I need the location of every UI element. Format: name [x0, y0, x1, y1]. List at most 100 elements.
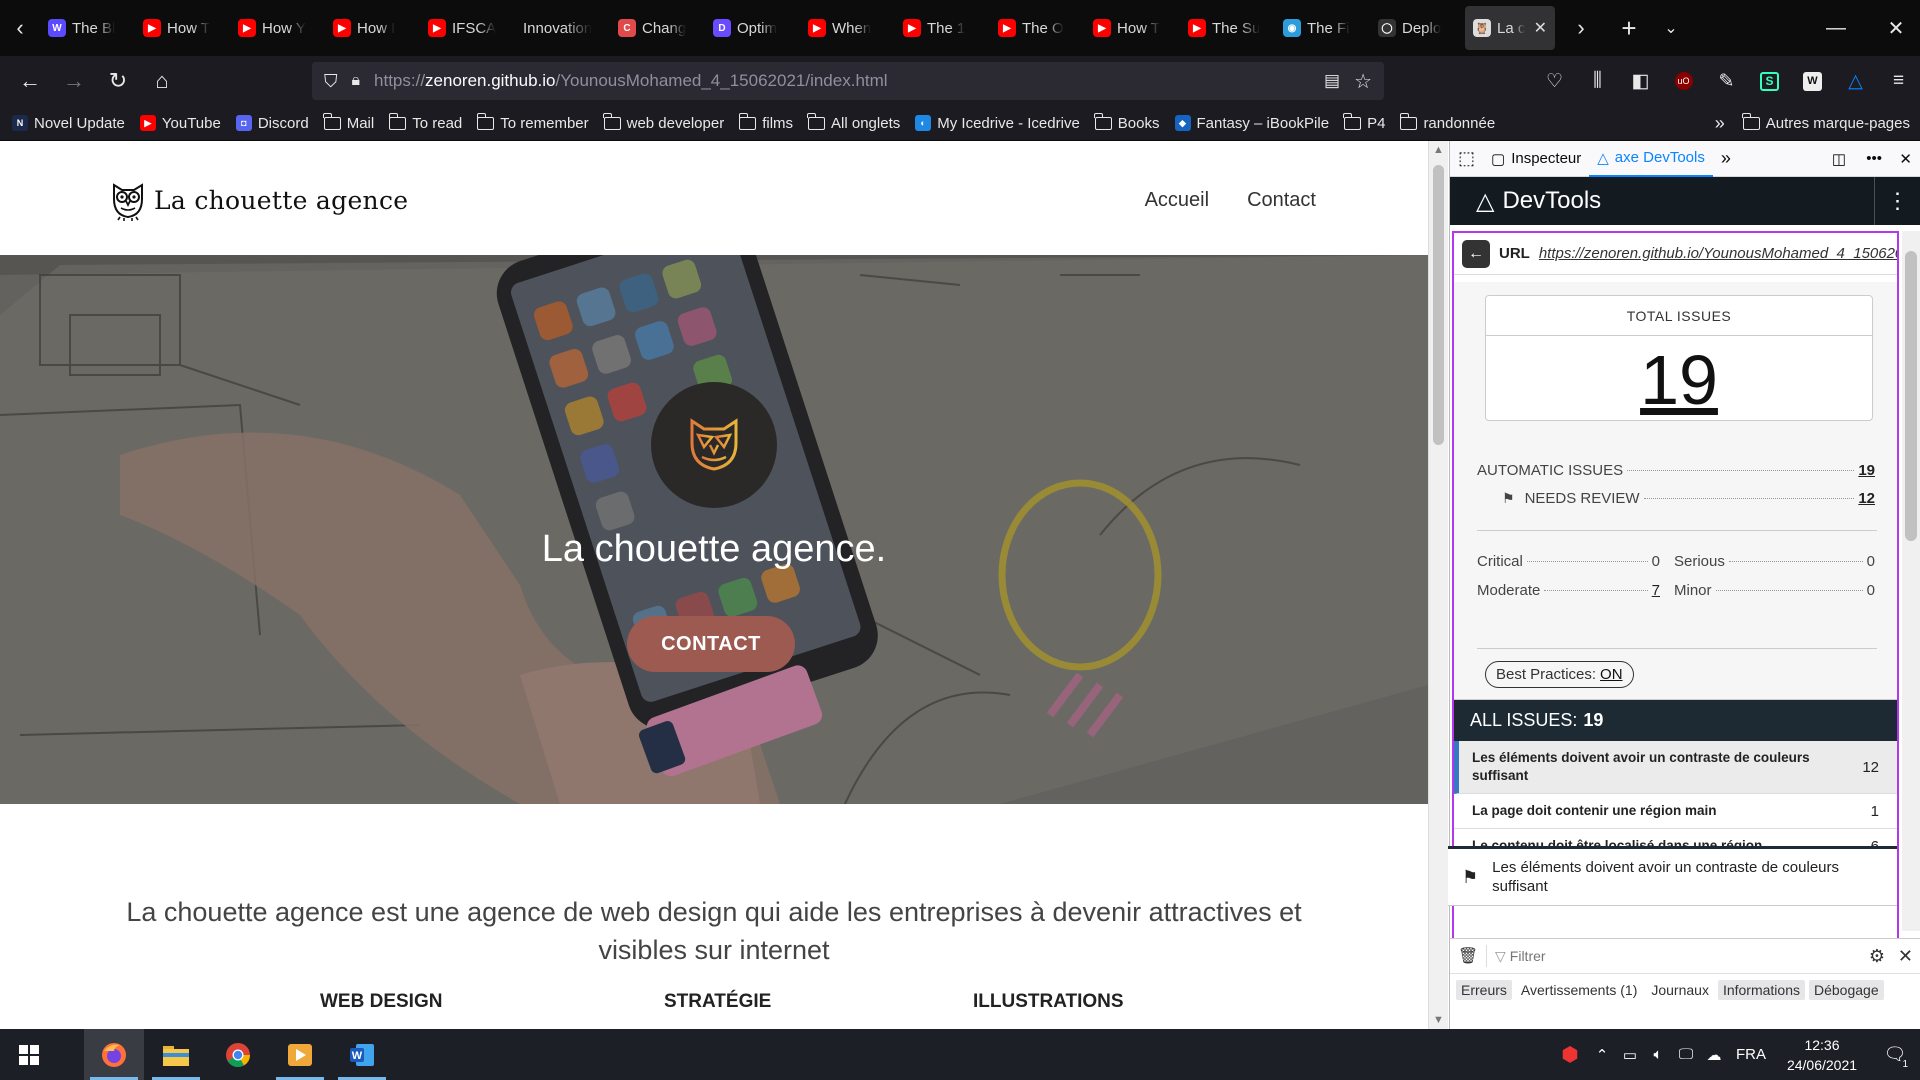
close-tab-icon[interactable]: ✕	[1534, 18, 1547, 38]
bookmark-link[interactable]: ◆ Fantasy – iBookPile	[1174, 115, 1329, 132]
tracking-protection-icon[interactable]: ⛉	[324, 71, 338, 92]
pocket-icon[interactable]: ♡	[1533, 61, 1576, 101]
taskbar-media-player[interactable]	[270, 1029, 330, 1080]
clock[interactable]: 12:36 24/06/2021	[1774, 1035, 1870, 1075]
tabs-scroll-left-icon[interactable]: ‹	[0, 0, 40, 56]
browser-tab-active[interactable]: 🦉 La c ✕	[1465, 6, 1555, 50]
start-button[interactable]	[0, 1029, 58, 1080]
onedrive-icon[interactable]: ☁	[1700, 1029, 1728, 1080]
issue-detail-header[interactable]: ⚑ Les éléments doivent avoir un contrast…	[1448, 846, 1897, 906]
element-picker-icon[interactable]: ⬚	[1450, 141, 1483, 177]
browser-tab[interactable]: C Chang	[610, 6, 705, 50]
bookmark-folder[interactable]: Mail	[323, 112, 374, 132]
taskbar-file-explorer[interactable]	[146, 1029, 206, 1080]
page-scrollbar[interactable]: ▲ ▼	[1428, 141, 1448, 1029]
close-console-icon[interactable]: ✕	[1898, 946, 1913, 967]
trash-icon[interactable]: 🗑︎	[1450, 946, 1486, 966]
devtools-scrollbar[interactable]	[1902, 231, 1920, 931]
close-window-button[interactable]: ✕	[1872, 0, 1920, 56]
bookmark-star-icon[interactable]: ☆	[1354, 69, 1372, 94]
console-settings-icon[interactable]: ⚙	[1869, 946, 1885, 967]
browser-tab[interactable]: ▶ How T	[135, 6, 230, 50]
network-icon[interactable]: 🖵︎	[1672, 1029, 1700, 1080]
tray-app-icon[interactable]: ⬢	[1552, 1029, 1588, 1080]
nav-link-accueil[interactable]: Accueil	[1145, 189, 1209, 212]
hero-contact-button[interactable]: CONTACT	[627, 616, 795, 672]
dock-icon[interactable]: ◫	[1824, 141, 1854, 177]
browser-tab[interactable]: W The Bl	[40, 6, 135, 50]
axe-extension-icon[interactable]: △	[1834, 61, 1877, 101]
browser-tab[interactable]: ▶ The Su	[1180, 6, 1275, 50]
site-logo[interactable]: La chouette agence	[108, 179, 408, 221]
console-filter-debug[interactable]: Débogage	[1809, 980, 1884, 1000]
input-language[interactable]: FRA	[1728, 1029, 1774, 1080]
wappalyzer-icon[interactable]: W	[1791, 61, 1834, 101]
moderate-count[interactable]: 7	[1652, 582, 1660, 599]
bookmark-folder[interactable]: randonnée	[1399, 112, 1495, 132]
bookmarks-chevron-icon[interactable]: »	[1715, 113, 1725, 134]
list-all-tabs-icon[interactable]: ⌄	[1651, 0, 1691, 56]
scanned-url-link[interactable]: https://zenoren.github.io/YounousMohamed…	[1539, 245, 1897, 263]
stylus-icon[interactable]: S	[1748, 61, 1791, 101]
more-tools-chevron-icon[interactable]: »	[1713, 141, 1739, 177]
scroll-up-icon[interactable]: ▲	[1433, 144, 1444, 156]
browser-tab[interactable]: ◯ Deplo	[1370, 6, 1465, 50]
automatic-issues-count[interactable]: 19	[1858, 462, 1875, 479]
browser-tab[interactable]: ◉ The Fi	[1275, 6, 1370, 50]
bookmark-folder[interactable]: All onglets	[807, 112, 900, 132]
devtools-scroll-thumb[interactable]	[1905, 251, 1917, 541]
browser-tab[interactable]: ▶ How I	[325, 6, 420, 50]
battery-icon[interactable]: ▭	[1616, 1029, 1644, 1080]
bookmark-folder[interactable]: films	[738, 112, 793, 132]
home-button[interactable]: ⌂	[140, 61, 184, 101]
browser-tab[interactable]: Innovation	[515, 6, 610, 50]
taskbar-word[interactable]: W	[332, 1029, 392, 1080]
new-tab-button[interactable]: +	[1609, 0, 1649, 56]
url-text[interactable]: https://zenoren.github.io/YounousMohamed…	[374, 71, 888, 91]
action-center-icon[interactable]: 🗨︎ 1	[1870, 1029, 1920, 1080]
total-issues-count[interactable]: 19	[1486, 340, 1872, 420]
bookmark-link[interactable]: ▶ YouTube	[139, 115, 221, 132]
nav-link-contact[interactable]: Contact	[1247, 189, 1316, 212]
bookmark-link[interactable]: ◐ My Icedrive - Icedrive	[915, 115, 1080, 132]
padlock-icon[interactable]: 🔒︎	[352, 72, 361, 90]
console-filter-input[interactable]	[1509, 948, 1810, 964]
bookmark-link[interactable]: ◘ Discord	[235, 115, 309, 132]
bookmark-folder[interactable]: To read	[388, 112, 462, 132]
console-filter-logs[interactable]: Journaux	[1646, 980, 1714, 1000]
forward-button[interactable]: →	[52, 61, 96, 101]
taskbar-firefox[interactable]	[84, 1029, 144, 1080]
back-to-start-icon[interactable]: ←	[1462, 239, 1490, 268]
axe-menu-icon[interactable]: ⋮	[1874, 177, 1920, 225]
browser-tab[interactable]: ▶ When	[800, 6, 895, 50]
reload-button[interactable]: ↻	[96, 61, 140, 101]
browser-tab[interactable]: ▶ How Y	[230, 6, 325, 50]
ublock-icon[interactable]: uO	[1662, 61, 1705, 101]
show-hidden-icons-icon[interactable]: ⌃	[1588, 1029, 1616, 1080]
tab-axe-devtools[interactable]: △ axe DevTools	[1589, 141, 1713, 177]
scroll-down-icon[interactable]: ▼	[1433, 1014, 1444, 1026]
restore-window-icon[interactable]	[1810, 0, 1858, 56]
console-filter-info[interactable]: Informations	[1717, 980, 1805, 1000]
menu-hamburger-icon[interactable]: ≡	[1877, 61, 1920, 101]
issue-item-color-contrast[interactable]: Les éléments doivent avoir un contraste …	[1454, 741, 1897, 794]
sidebar-icon[interactable]: ◧	[1619, 61, 1662, 101]
bookmark-folder[interactable]: Books	[1094, 112, 1160, 132]
other-bookmarks-folder[interactable]: Autres marque-pages	[1742, 113, 1910, 132]
best-practices-toggle[interactable]: Best Practices: ON	[1485, 661, 1634, 688]
tab-inspector[interactable]: ▢ Inspecteur	[1483, 141, 1589, 177]
close-devtools-icon[interactable]: ✕	[1891, 141, 1920, 177]
library-icon[interactable]: ⫼	[1576, 61, 1619, 101]
bookmark-folder[interactable]: To remember	[476, 112, 589, 132]
volume-icon[interactable]: 🔈︎	[1644, 1029, 1672, 1080]
back-button[interactable]: ←	[8, 61, 52, 101]
reader-view-icon[interactable]: ▤	[1324, 71, 1340, 91]
bookmark-link[interactable]: N Novel Update	[12, 115, 125, 132]
browser-tab[interactable]: ▶ The 1	[895, 6, 990, 50]
issue-item-main-region[interactable]: La page doit contenir une région main 1	[1454, 794, 1897, 829]
tabs-scroll-right-icon[interactable]: ›	[1561, 0, 1601, 56]
bookmark-folder[interactable]: P4	[1343, 112, 1385, 132]
color-picker-icon[interactable]: ✎	[1705, 61, 1748, 101]
bookmark-folder[interactable]: web developer	[603, 112, 724, 132]
taskbar-chrome[interactable]	[208, 1029, 268, 1080]
